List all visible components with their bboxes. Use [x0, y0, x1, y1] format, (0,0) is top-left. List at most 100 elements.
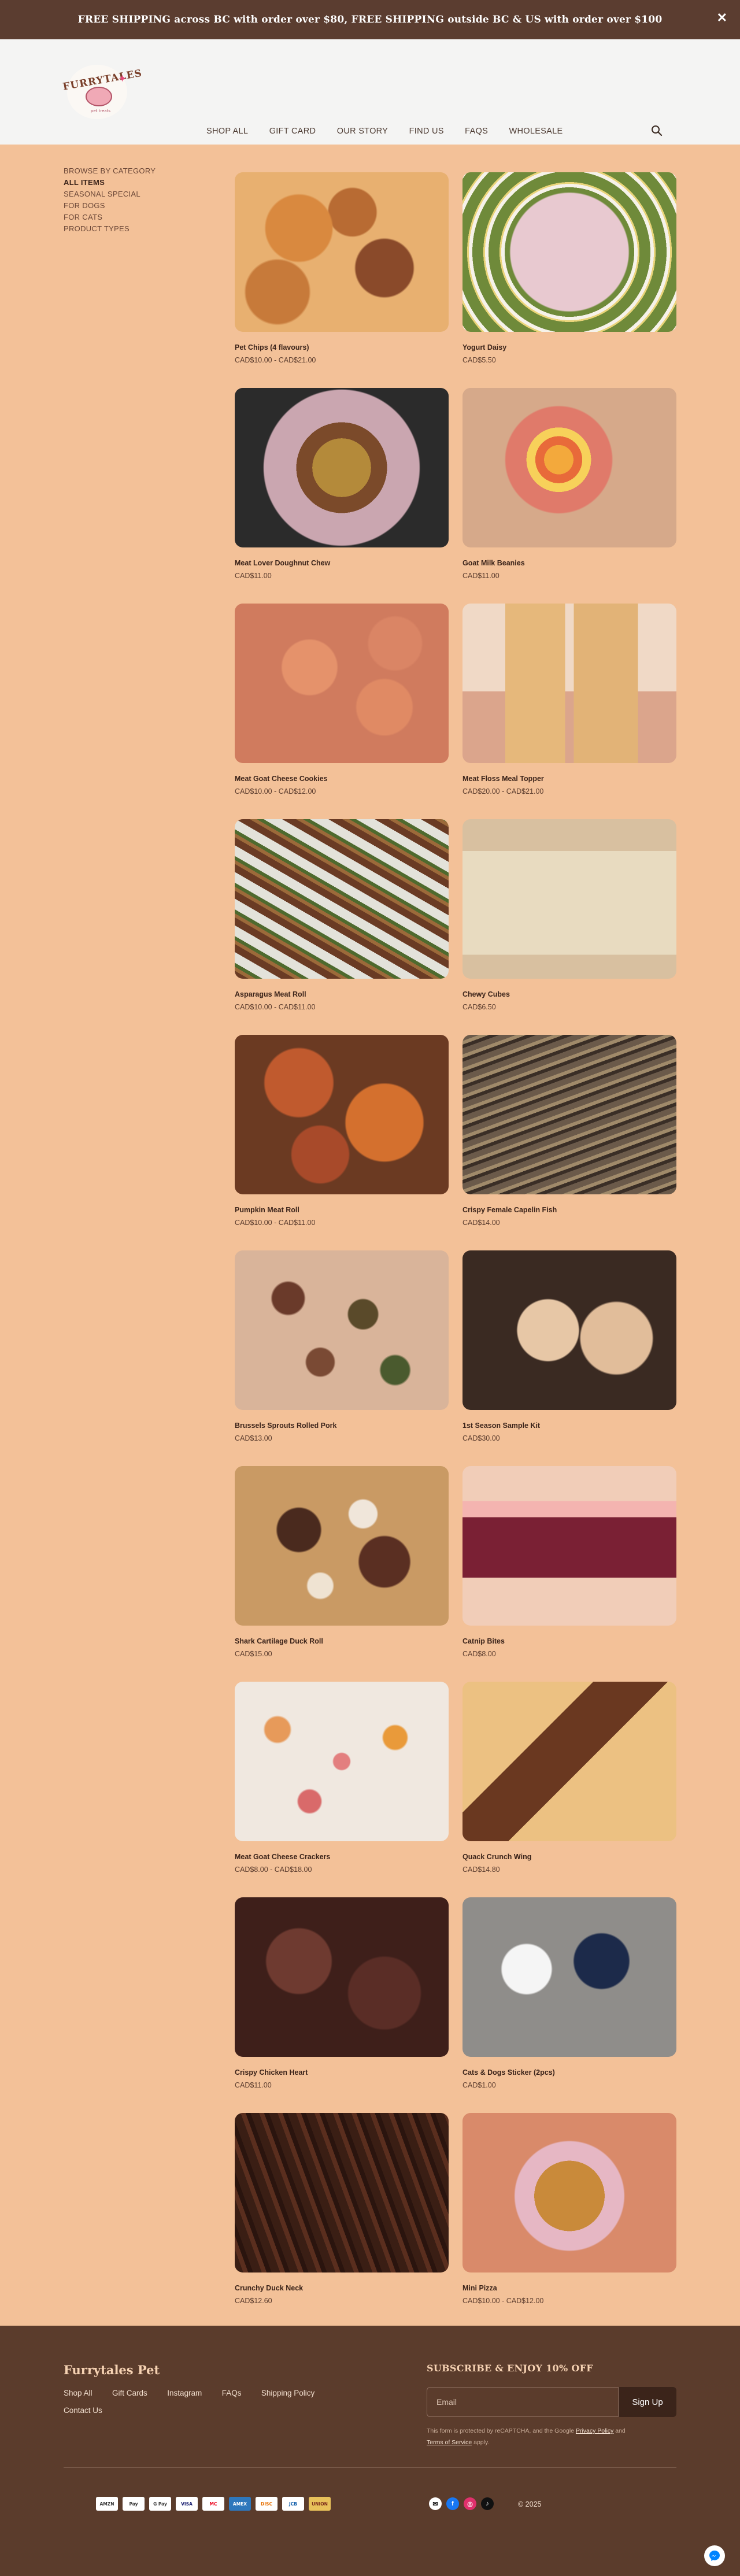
messenger-chat-icon[interactable]	[704, 2545, 725, 2566]
product-image[interactable]	[462, 172, 676, 332]
product-image[interactable]	[235, 1897, 449, 2057]
nav-gift-card[interactable]: GIFT CARD	[269, 127, 316, 136]
product-image[interactable]	[235, 388, 449, 547]
product-image[interactable]	[462, 1250, 676, 1410]
footer-link-shipping-policy[interactable]: Shipping Policy	[261, 2389, 314, 2397]
sidebar-product-types[interactable]: PRODUCT TYPES	[64, 223, 202, 235]
product-name[interactable]: Meat Lover Doughnut Chew	[235, 558, 449, 568]
close-icon[interactable]: ✕	[717, 12, 727, 24]
product-image[interactable]	[235, 1682, 449, 1841]
product-image[interactable]	[235, 1466, 449, 1626]
product-name[interactable]: Cats & Dogs Sticker (2pcs)	[462, 2068, 676, 2077]
product-image[interactable]	[235, 819, 449, 979]
product-name[interactable]: Meat Goat Cheese Crackers	[235, 1852, 449, 1861]
product-name[interactable]: Goat Milk Beanies	[462, 558, 676, 568]
privacy-policy-link[interactable]: Privacy Policy	[576, 2427, 613, 2434]
product-card[interactable]: Meat Goat Cheese Crackers CAD$8.00 - CAD$…	[235, 1682, 449, 1874]
footer-link-contact-us[interactable]: Contact Us	[64, 2406, 102, 2415]
sidebar-browse-by-category[interactable]: BROWSE BY CATEGORY	[64, 165, 202, 177]
site-logo[interactable]: FURRYTALES ✦ pet treats	[62, 59, 143, 125]
nav-faqs[interactable]: FAQS	[465, 127, 488, 136]
product-image[interactable]	[235, 172, 449, 332]
product-image[interactable]	[235, 1250, 449, 1410]
category-sidebar: BROWSE BY CATEGORY ALL ITEMS SEASONAL SP…	[64, 165, 202, 235]
product-name[interactable]: Meat Floss Meal Topper	[462, 774, 676, 783]
product-card[interactable]: Brussels Sprouts Rolled Pork CAD$13.00	[235, 1250, 449, 1443]
product-card[interactable]: Catnip Bites CAD$8.00	[462, 1466, 676, 1659]
sidebar-for-cats[interactable]: FOR CATS	[64, 212, 202, 223]
product-card[interactable]: Crunchy Duck Neck CAD$12.60	[235, 2113, 449, 2305]
copyright: © 2025	[518, 2500, 542, 2508]
product-image[interactable]	[462, 1897, 676, 2057]
product-card[interactable]: Meat Lover Doughnut Chew CAD$11.00	[235, 388, 449, 580]
product-name[interactable]: Crispy Female Capelin Fish	[462, 1205, 676, 1215]
search-icon[interactable]	[651, 125, 663, 136]
product-image[interactable]	[462, 819, 676, 979]
product-price: CAD$13.00	[235, 1434, 272, 1442]
product-card[interactable]: Shark Cartilage Duck Roll CAD$15.00	[235, 1466, 449, 1659]
product-name[interactable]: Chewy Cubes	[462, 990, 676, 999]
sidebar-seasonal-special[interactable]: SEASONAL SPECIAL	[64, 188, 202, 200]
google-pay-icon: G Pay	[149, 2497, 171, 2511]
product-card[interactable]: Meat Floss Meal Topper CAD$20.00 - CAD$21…	[462, 604, 676, 796]
product-price: CAD$15.00	[235, 1650, 272, 1658]
product-price: CAD$10.00 - CAD$11.00	[235, 1219, 316, 1227]
facebook-icon[interactable]: f	[446, 2497, 459, 2510]
product-image[interactable]	[235, 2113, 449, 2272]
product-name[interactable]: Shark Cartilage Duck Roll	[235, 1637, 449, 1646]
product-card[interactable]: Meat Goat Cheese Cookies CAD$10.00 - CAD$…	[235, 604, 449, 796]
product-image[interactable]	[235, 1035, 449, 1194]
sidebar-all-items[interactable]: ALL ITEMS	[64, 177, 202, 188]
recaptcha-notice: This form is protected by reCAPTCHA, and…	[427, 2425, 681, 2448]
product-price: CAD$6.50	[462, 1003, 496, 1011]
product-name[interactable]: Brussels Sprouts Rolled Pork	[235, 1421, 449, 1430]
product-name[interactable]: Asparagus Meat Roll	[235, 990, 449, 999]
sidebar-for-dogs[interactable]: FOR DOGS	[64, 200, 202, 212]
footer-link-faqs[interactable]: FAQs	[222, 2389, 242, 2397]
terms-of-service-link[interactable]: Terms of Service	[427, 2439, 472, 2446]
product-card[interactable]: Yogurt Daisy CAD$5.50	[462, 172, 676, 365]
product-card[interactable]: Crispy Chicken Heart CAD$11.00	[235, 1897, 449, 2090]
product-card[interactable]: Mini Pizza CAD$10.00 - CAD$12.00	[462, 2113, 676, 2305]
product-name[interactable]: Pet Chips (4 flavours)	[235, 343, 449, 352]
footer-link-instagram[interactable]: Instagram	[167, 2389, 202, 2397]
nav-shop-all[interactable]: SHOP ALL	[206, 127, 248, 136]
nav-find-us[interactable]: FIND US	[409, 127, 444, 136]
product-card[interactable]: Pet Chips (4 flavours) CAD$10.00 - CAD$21…	[235, 172, 449, 365]
product-name[interactable]: Crispy Chicken Heart	[235, 2068, 449, 2077]
product-name[interactable]: Crunchy Duck Neck	[235, 2283, 449, 2293]
nav-our-story[interactable]: OUR STORY	[337, 127, 388, 136]
product-card[interactable]: Asparagus Meat Roll CAD$10.00 - CAD$11.00	[235, 819, 449, 1012]
product-name[interactable]: Yogurt Daisy	[462, 343, 676, 352]
product-image[interactable]	[235, 604, 449, 763]
footer-link-shop-all[interactable]: Shop All	[64, 2389, 92, 2397]
instagram-icon[interactable]: ◎	[464, 2497, 476, 2510]
product-image[interactable]	[462, 1682, 676, 1841]
nav-wholesale[interactable]: WHOLESALE	[509, 127, 563, 136]
product-image[interactable]	[462, 388, 676, 547]
product-card[interactable]: Goat Milk Beanies CAD$11.00	[462, 388, 676, 580]
product-card[interactable]: Pumpkin Meat Roll CAD$10.00 - CAD$11.00	[235, 1035, 449, 1227]
footer-link-gift-cards[interactable]: Gift Cards	[112, 2389, 147, 2397]
product-name[interactable]: Pumpkin Meat Roll	[235, 1205, 449, 1215]
product-card[interactable]: Crispy Female Capelin Fish CAD$14.00	[462, 1035, 676, 1227]
product-image[interactable]	[462, 604, 676, 763]
product-price: CAD$30.00	[462, 1434, 500, 1442]
email-icon[interactable]: ✉	[429, 2497, 442, 2510]
product-card[interactable]: 1st Season Sample Kit CAD$30.00	[462, 1250, 676, 1443]
product-image[interactable]	[462, 1466, 676, 1626]
product-name[interactable]: Catnip Bites	[462, 1637, 676, 1646]
product-name[interactable]: Mini Pizza	[462, 2283, 676, 2293]
product-name[interactable]: Meat Goat Cheese Cookies	[235, 774, 449, 783]
email-input[interactable]	[427, 2387, 619, 2417]
product-card[interactable]: Cats & Dogs Sticker (2pcs) CAD$1.00	[462, 1897, 676, 2090]
product-card[interactable]: Quack Crunch Wing CAD$14.80	[462, 1682, 676, 1874]
product-name[interactable]: Quack Crunch Wing	[462, 1852, 676, 1861]
product-image[interactable]	[462, 2113, 676, 2272]
tiktok-icon[interactable]: ♪	[481, 2497, 494, 2510]
product-card[interactable]: Chewy Cubes CAD$6.50	[462, 819, 676, 1012]
product-price: CAD$11.00	[462, 572, 500, 580]
signup-button[interactable]: Sign Up	[619, 2387, 676, 2417]
product-name[interactable]: 1st Season Sample Kit	[462, 1421, 676, 1430]
product-image[interactable]	[462, 1035, 676, 1194]
